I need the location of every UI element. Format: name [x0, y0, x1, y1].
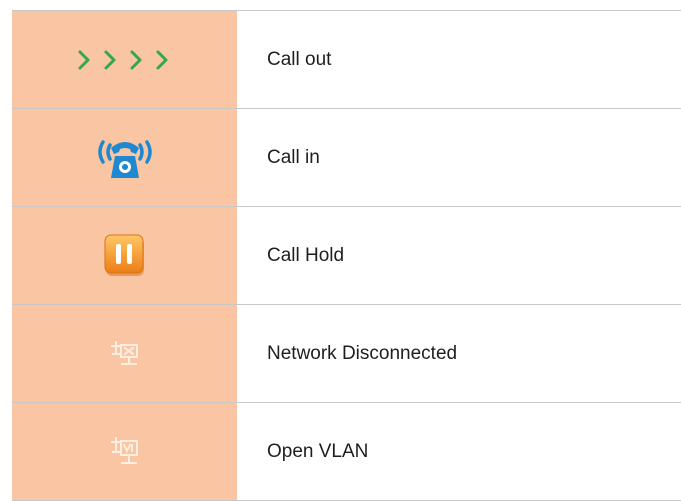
icon-cell — [12, 207, 237, 304]
row-label: Open VLAN — [267, 440, 369, 462]
open-vlan-icon — [110, 436, 140, 468]
icon-cell — [12, 403, 237, 500]
row-label: Call Hold — [267, 244, 345, 266]
icon-legend-table: Call out Call in Call Hold Network Disco… — [12, 10, 681, 501]
row-label: Call in — [267, 146, 320, 168]
icon-cell — [12, 305, 237, 402]
pause-icon — [102, 233, 148, 279]
call-out-chevrons-icon — [77, 49, 173, 71]
table-row: Network Disconnected — [12, 305, 681, 403]
icon-cell — [12, 109, 237, 206]
table-row: Open VLAN — [12, 403, 681, 501]
row-label: Network Disconnected — [267, 342, 458, 364]
ringing-phone-icon — [93, 134, 157, 182]
table-row: Call in — [12, 109, 681, 207]
network-disconnected-icon — [110, 340, 140, 368]
row-label: Call out — [267, 48, 332, 70]
table-row: Call out — [12, 11, 681, 109]
table-row: Call Hold — [12, 207, 681, 305]
icon-cell — [12, 11, 237, 108]
